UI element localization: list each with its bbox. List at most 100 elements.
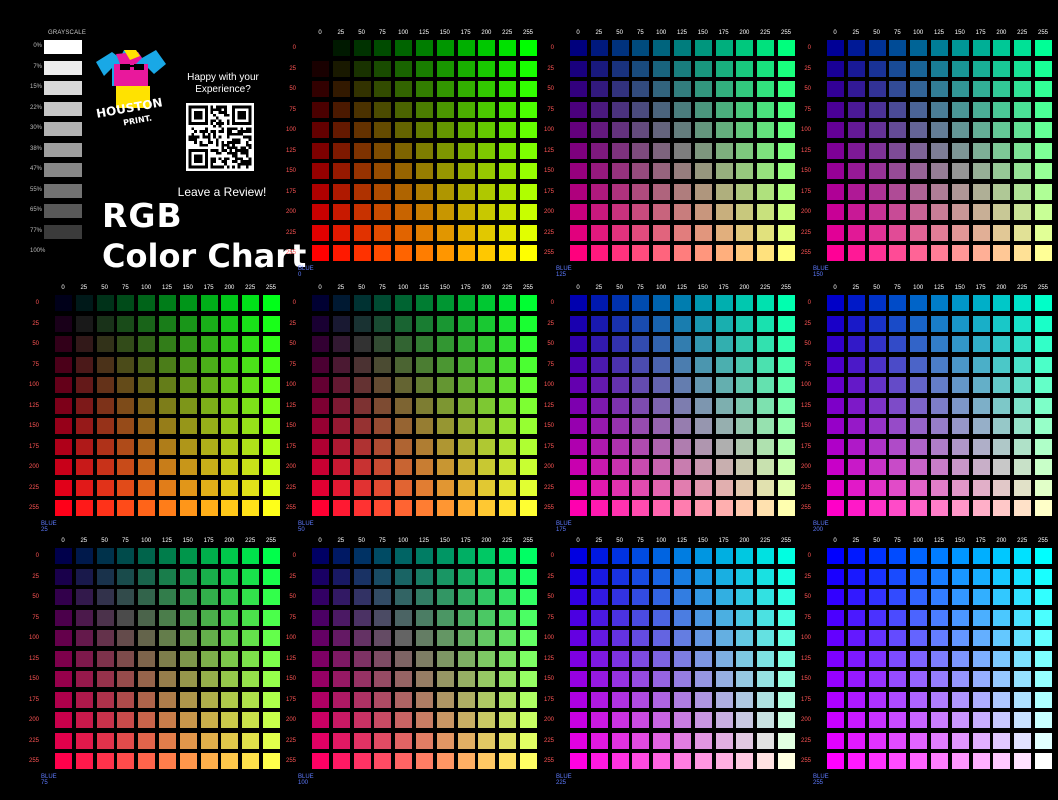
color-swatch: [611, 315, 629, 332]
color-swatch: [200, 377, 218, 393]
color-swatch: [1035, 245, 1052, 261]
color-swatch: [653, 650, 671, 667]
color-swatch: [868, 568, 886, 585]
color-swatch: [674, 183, 691, 200]
color-swatch: [715, 122, 733, 138]
color-swatch: [457, 568, 475, 585]
blue-level-label: BLUE 255: [813, 773, 829, 786]
color-swatch: [436, 356, 454, 373]
red-axis-label: 25: [804, 573, 811, 580]
color-swatch: [931, 81, 948, 97]
color-swatch: [674, 589, 691, 605]
color-swatch: [478, 568, 496, 585]
color-swatch: [1014, 568, 1032, 585]
color-swatch: [674, 732, 691, 749]
color-swatch: [632, 356, 650, 373]
color-swatch: [1035, 397, 1052, 414]
color-swatch: [736, 548, 754, 564]
grayscale-level-label: 38%: [30, 145, 43, 152]
color-swatch: [353, 122, 371, 138]
color-swatch: [972, 589, 990, 605]
grayscale-level-label: 55%: [30, 186, 43, 193]
color-swatch: [653, 142, 671, 159]
green-axis-label: 50: [101, 285, 108, 291]
color-swatch: [868, 609, 886, 626]
color-swatch: [632, 245, 650, 261]
color-swatch: [827, 397, 844, 414]
green-axis-label: 175: [718, 285, 729, 291]
color-swatch: [778, 671, 795, 687]
green-axis-label: 50: [616, 538, 623, 544]
color-swatch: [200, 732, 218, 749]
red-axis-label: 50: [289, 86, 296, 92]
color-swatch: [395, 500, 413, 516]
color-swatch: [736, 671, 754, 687]
color-swatch: [951, 479, 969, 496]
color-swatch: [436, 81, 454, 97]
color-swatch: [332, 548, 350, 564]
color-swatch: [1035, 548, 1052, 564]
color-swatch: [778, 101, 795, 118]
color-swatch: [1014, 397, 1032, 414]
color-swatch: [931, 671, 948, 687]
color-swatch: [868, 418, 886, 434]
color-swatch: [653, 295, 671, 311]
color-swatch: [694, 204, 712, 220]
color-swatch: [590, 630, 608, 646]
color-swatch: [457, 122, 475, 138]
red-axis-label: 75: [289, 361, 296, 368]
color-swatch: [972, 418, 990, 434]
color-swatch: [457, 418, 475, 434]
grayscale-level-label: 77%: [30, 227, 43, 234]
color-swatch: [395, 60, 413, 77]
blue-level-label: BLUE 50: [298, 520, 314, 533]
leave-review-link[interactable]: Leave a Review!: [176, 185, 268, 199]
color-swatch: [221, 753, 239, 769]
color-swatch: [263, 336, 280, 352]
color-swatch: [827, 377, 844, 393]
color-swatch: [138, 568, 156, 585]
qr-code-icon[interactable]: [186, 103, 254, 171]
green-axis-label: 50: [616, 285, 623, 291]
color-swatch: [715, 691, 733, 708]
color-swatch: [138, 459, 156, 475]
color-swatch: [889, 479, 907, 496]
color-swatch: [395, 295, 413, 311]
color-swatch: [694, 122, 712, 138]
color-swatch: [951, 397, 969, 414]
color-swatch: [353, 500, 371, 516]
color-swatch: [55, 671, 72, 687]
color-swatch: [159, 500, 176, 516]
color-swatch: [951, 81, 969, 97]
color-swatch: [1014, 336, 1032, 352]
red-axis-label: 255: [543, 758, 554, 764]
green-axis-label: 225: [1017, 538, 1028, 544]
color-swatch: [159, 630, 176, 646]
color-swatch: [736, 204, 754, 220]
color-swatch: [951, 438, 969, 455]
color-swatch: [736, 40, 754, 56]
color-swatch: [715, 568, 733, 585]
color-swatch: [715, 204, 733, 220]
color-swatch: [931, 650, 948, 667]
color-swatch: [910, 101, 928, 118]
color-swatch: [312, 609, 329, 626]
color-swatch: [263, 732, 280, 749]
color-swatch: [993, 630, 1011, 646]
color-swatch: [674, 60, 691, 77]
color-swatch: [847, 295, 865, 311]
color-swatch: [312, 418, 329, 434]
color-swatch: [416, 163, 433, 179]
color-swatch: [590, 101, 608, 118]
color-swatch: [674, 671, 691, 687]
color-swatch: [520, 224, 537, 241]
color-swatch: [570, 712, 587, 728]
color-swatch: [457, 204, 475, 220]
color-swatch: [674, 459, 691, 475]
color-swatch: [395, 630, 413, 646]
color-swatch: [200, 500, 218, 516]
color-swatch: [1035, 377, 1052, 393]
color-swatch: [179, 630, 197, 646]
color-swatch: [778, 479, 795, 496]
color-swatch: [416, 377, 433, 393]
